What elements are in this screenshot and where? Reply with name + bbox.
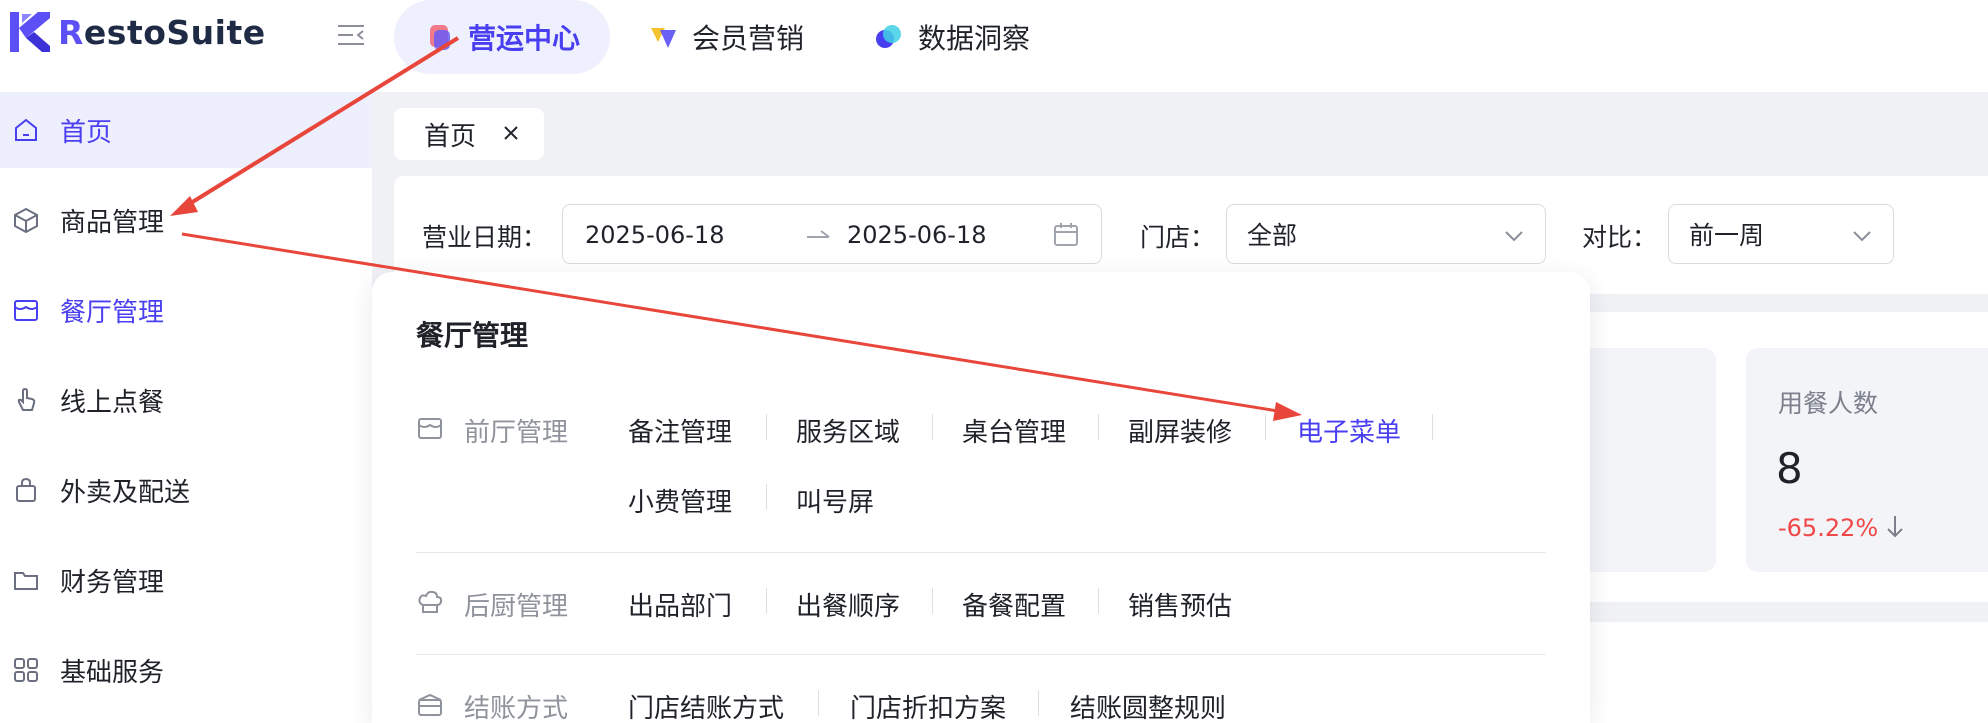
menu-link-queue-screen[interactable]: 叫号屏 — [796, 482, 874, 519]
sidebar-item-label: 商品管理 — [60, 207, 165, 238]
menu-link-service-area[interactable]: 服务区域 — [796, 412, 900, 449]
sidebar-item-online-order[interactable]: 线上点餐 — [0, 362, 372, 438]
ops-center-icon — [430, 25, 450, 50]
sidebar-item-basic-services[interactable]: 基础服务 — [0, 632, 372, 708]
separator — [766, 588, 767, 614]
chef-hat-icon — [418, 590, 443, 613]
bag-icon — [16, 477, 36, 502]
sidebar-item-delivery[interactable]: 外卖及配送 — [0, 452, 372, 528]
arrow-right-icon — [807, 230, 830, 238]
sidebar-item-label: 首页 — [60, 117, 113, 148]
divider — [416, 552, 1546, 553]
business-date-label: 营业日期： — [422, 223, 548, 252]
sidebar-item-finance[interactable]: 财务管理 — [0, 542, 372, 618]
menu-link-serving-order[interactable]: 出餐顺序 — [796, 586, 900, 623]
compare-select-value: 前一周 — [1689, 221, 1765, 250]
menu-link-tables[interactable]: 桌台管理 — [962, 412, 1066, 449]
diners-change: -65.22% — [1778, 514, 1879, 542]
close-icon[interactable] — [500, 122, 522, 144]
sidebar-item-label: 财务管理 — [60, 567, 165, 598]
collapse-menu-icon[interactable] — [336, 22, 366, 48]
grid-icon — [14, 658, 38, 682]
logo-rest: estoSuite — [83, 12, 266, 52]
menu-section-label: 前厅管理 — [464, 418, 569, 448]
store-select-value: 全部 — [1247, 221, 1298, 250]
tap-icon — [17, 387, 36, 411]
sidebar-item-products[interactable]: 商品管理 — [0, 182, 372, 258]
sidebar-item-home[interactable]: 首页 — [0, 92, 372, 168]
data-insight-icon — [876, 25, 901, 48]
divider — [416, 654, 1546, 655]
separator — [1098, 414, 1099, 440]
logo-text: RestoSuite — [58, 13, 266, 52]
top-tab-data-insight[interactable]: 数据洞察 — [844, 0, 1060, 74]
menu-link-prep-config[interactable]: 备餐配置 — [962, 586, 1066, 623]
separator — [932, 414, 933, 440]
menu-link-e-menu[interactable]: 电子菜单 — [1297, 412, 1401, 449]
home-icon — [15, 118, 37, 141]
diners-value: 8 — [1776, 444, 1803, 493]
separator — [766, 484, 767, 510]
chevron-down-icon — [1505, 231, 1523, 242]
separator — [1265, 414, 1266, 440]
separator — [818, 690, 819, 716]
compare-select[interactable]: 前一周 — [1668, 204, 1894, 264]
chevron-down-icon — [1853, 231, 1871, 242]
menu-link-tips[interactable]: 小费管理 — [628, 482, 732, 519]
store-label: 门店： — [1140, 223, 1216, 252]
sidebar-item-label: 线上点餐 — [60, 387, 165, 418]
separator — [1038, 690, 1039, 716]
top-tab-member-marketing[interactable]: 会员营销 — [618, 0, 834, 74]
restosuite-logo-icon — [10, 12, 50, 52]
menu-section-label: 结账方式 — [464, 694, 569, 723]
date-range-picker[interactable]: 2025-06-18 2025-06-18 — [562, 204, 1102, 264]
store-select[interactable]: 全部 — [1226, 204, 1546, 264]
payment-icon — [418, 693, 442, 716]
menu-link-remarks[interactable]: 备注管理 — [628, 412, 732, 449]
menu-link-store-discount[interactable]: 门店折扣方案 — [850, 688, 1006, 723]
box-icon — [14, 207, 38, 234]
top-tab-label: 营运中心 — [468, 22, 581, 55]
date-end-field[interactable]: 2025-06-18 — [847, 221, 986, 249]
separator — [1432, 414, 1433, 440]
logo[interactable]: RestoSuite — [10, 12, 266, 52]
menu-link-sales-forecast[interactable]: 销售预估 — [1128, 586, 1232, 623]
logo-letter: R — [58, 12, 84, 52]
sidebar-item-label: 外卖及配送 — [60, 477, 191, 508]
menu-link-rounding-rules[interactable]: 结账圆整规则 — [1070, 688, 1226, 723]
top-bar: RestoSuite 营运中心 会员营销 数据洞察 — [0, 0, 1988, 92]
store-icon — [14, 300, 38, 321]
sidebar-item-label: 餐厅管理 — [60, 297, 165, 328]
member-marketing-icon — [651, 28, 676, 48]
restaurant-management-menu: 餐厅管理 前厅管理 备注管理 服务区域 桌台管理 副屏装修 电子菜单 小费管理 … — [372, 272, 1590, 723]
sidebar: 首页 商品管理 餐厅管理 线上点餐 外卖及配送 财务管理 基础服务 — [0, 92, 372, 723]
sidebar-item-restaurant[interactable]: 餐厅管理 — [0, 272, 372, 348]
top-tab-ops-center[interactable]: 营运中心 — [394, 0, 611, 74]
diners-label: 用餐人数 — [1778, 389, 1879, 418]
calendar-icon[interactable] — [1053, 221, 1079, 247]
menu-link-secondary-screen[interactable]: 副屏装修 — [1128, 412, 1232, 449]
menu-link-production-dept[interactable]: 出品部门 — [628, 586, 732, 623]
page-tab-home[interactable]: 首页 — [394, 108, 544, 160]
menu-link-store-payment[interactable]: 门店结账方式 — [628, 688, 784, 723]
compare-label: 对比： — [1582, 223, 1658, 252]
sidebar-item-label: 基础服务 — [60, 657, 165, 688]
date-start-field[interactable]: 2025-06-18 — [585, 221, 724, 249]
front-hall-icon — [418, 418, 442, 439]
menu-title: 餐厅管理 — [416, 319, 529, 352]
top-tab-label: 数据洞察 — [918, 22, 1031, 55]
menu-section-label: 后厨管理 — [464, 592, 569, 622]
separator — [932, 588, 933, 614]
arrow-down-icon — [1887, 516, 1903, 538]
folder-icon — [14, 572, 38, 590]
separator — [1098, 588, 1099, 614]
top-tab-label: 会员营销 — [692, 22, 805, 55]
separator — [766, 414, 767, 440]
page-tab-label: 首页 — [424, 121, 477, 152]
